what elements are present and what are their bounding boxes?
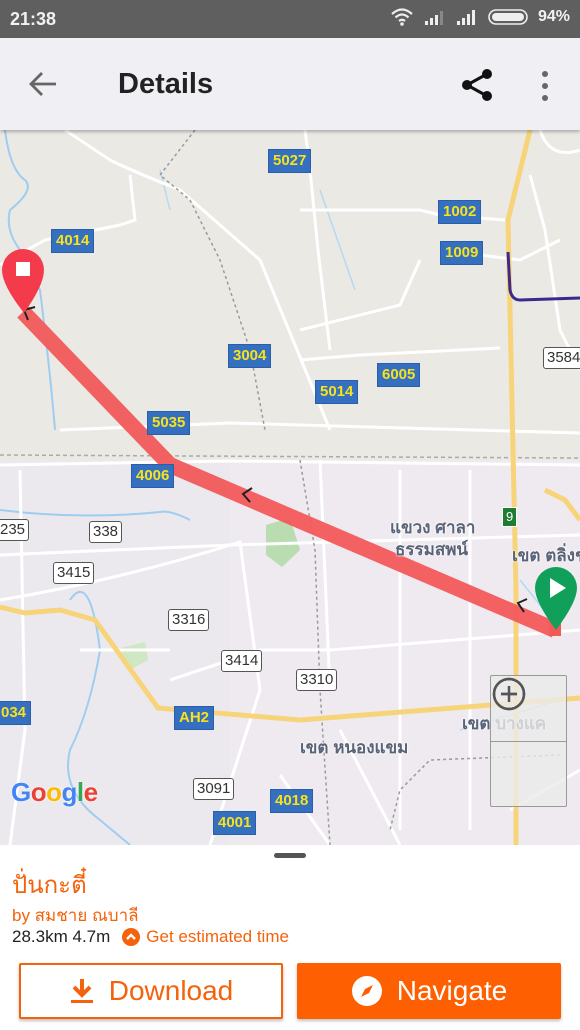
route-shield: 5035 — [147, 411, 191, 435]
route-shield: 1009 — [440, 241, 484, 265]
district-label: เขต หนองแขม — [300, 738, 409, 757]
back-button[interactable] — [26, 68, 62, 100]
clock: 21:38 — [10, 9, 57, 29]
battery-percent: 94% — [537, 8, 570, 25]
route-shield: 3584 — [543, 347, 580, 369]
drag-handle[interactable] — [274, 853, 306, 858]
battery-icon — [488, 9, 528, 25]
route-shield: 3414 — [221, 650, 263, 672]
compass-icon — [351, 975, 383, 1007]
route-shield: 4018 — [270, 789, 314, 813]
wifi-icon — [391, 8, 413, 26]
route-stats: 28.3km 4.7m Get estimated time — [12, 927, 289, 947]
route-shield: 338 — [89, 521, 123, 543]
status-bar: 21:38 94% — [0, 0, 580, 38]
route-shield: 3004 — [228, 344, 272, 368]
zoom-controls — [490, 675, 567, 807]
get-estimated-time-button[interactable]: Get estimated time — [122, 927, 289, 947]
route-shield: 5027 — [268, 149, 312, 173]
navigate-label: Navigate — [396, 975, 508, 1006]
route-shield: 3316 — [168, 609, 210, 631]
signal-sim2-icon — [456, 10, 475, 25]
arrow-left-icon — [29, 72, 56, 96]
more-options-button[interactable] — [533, 68, 557, 104]
download-button[interactable]: Download — [19, 963, 283, 1019]
zoom-out-icon — [492, 677, 526, 711]
route-map[interactable]: 5027 1002 1009 4014 3004 5014 6005 5035 … — [0, 130, 580, 845]
route-shield: AH2 — [174, 706, 215, 730]
zoom-out-button[interactable] — [491, 677, 566, 807]
share-icon — [462, 69, 492, 101]
end-marker[interactable] — [2, 249, 44, 313]
route-shield: 4006 — [131, 464, 175, 488]
district-label: เขต ตลิ่งชัน — [512, 546, 580, 565]
route-shield: 4001 — [213, 811, 257, 835]
route-shield: 4014 — [51, 229, 95, 253]
google-attribution: Google — [11, 777, 98, 807]
route-details-sheet: ปั่นกะตี๋ by สมชาย ณบาลี 28.3km 4.7m Get… — [0, 845, 580, 1030]
district-label: ธรรมสพน์ — [395, 540, 469, 559]
page-title: Details — [118, 68, 214, 100]
app-bar: Details — [0, 38, 580, 130]
route-shield: 3091 — [193, 778, 235, 800]
route-name: ปั่นกะตี๋ — [12, 872, 87, 899]
signal-sim1-icon — [424, 11, 443, 25]
share-button[interactable] — [458, 66, 496, 104]
chevron-up-icon — [122, 928, 141, 946]
route-elevation: 4.7m — [72, 927, 111, 946]
route-distance: 28.3km — [12, 927, 68, 946]
route-shield: 6005 — [377, 363, 421, 387]
route-shield: 5014 — [315, 380, 359, 404]
route-shield: 034 — [0, 701, 32, 725]
route-author[interactable]: by สมชาย ณบาลี — [12, 902, 139, 929]
eta-label: Get estimated time — [146, 927, 289, 946]
route-shield: 1002 — [438, 200, 482, 224]
download-label: Download — [108, 975, 234, 1006]
navigate-button[interactable]: Navigate — [297, 963, 561, 1019]
stop-pin-icon — [16, 262, 30, 276]
more-vertical-icon — [542, 71, 548, 101]
route-shield: 235 — [0, 519, 30, 541]
route-shield: 3415 — [53, 562, 95, 584]
route-shield: 3310 — [296, 669, 338, 691]
route-shield: 9 — [502, 507, 518, 527]
download-icon — [69, 977, 95, 1005]
